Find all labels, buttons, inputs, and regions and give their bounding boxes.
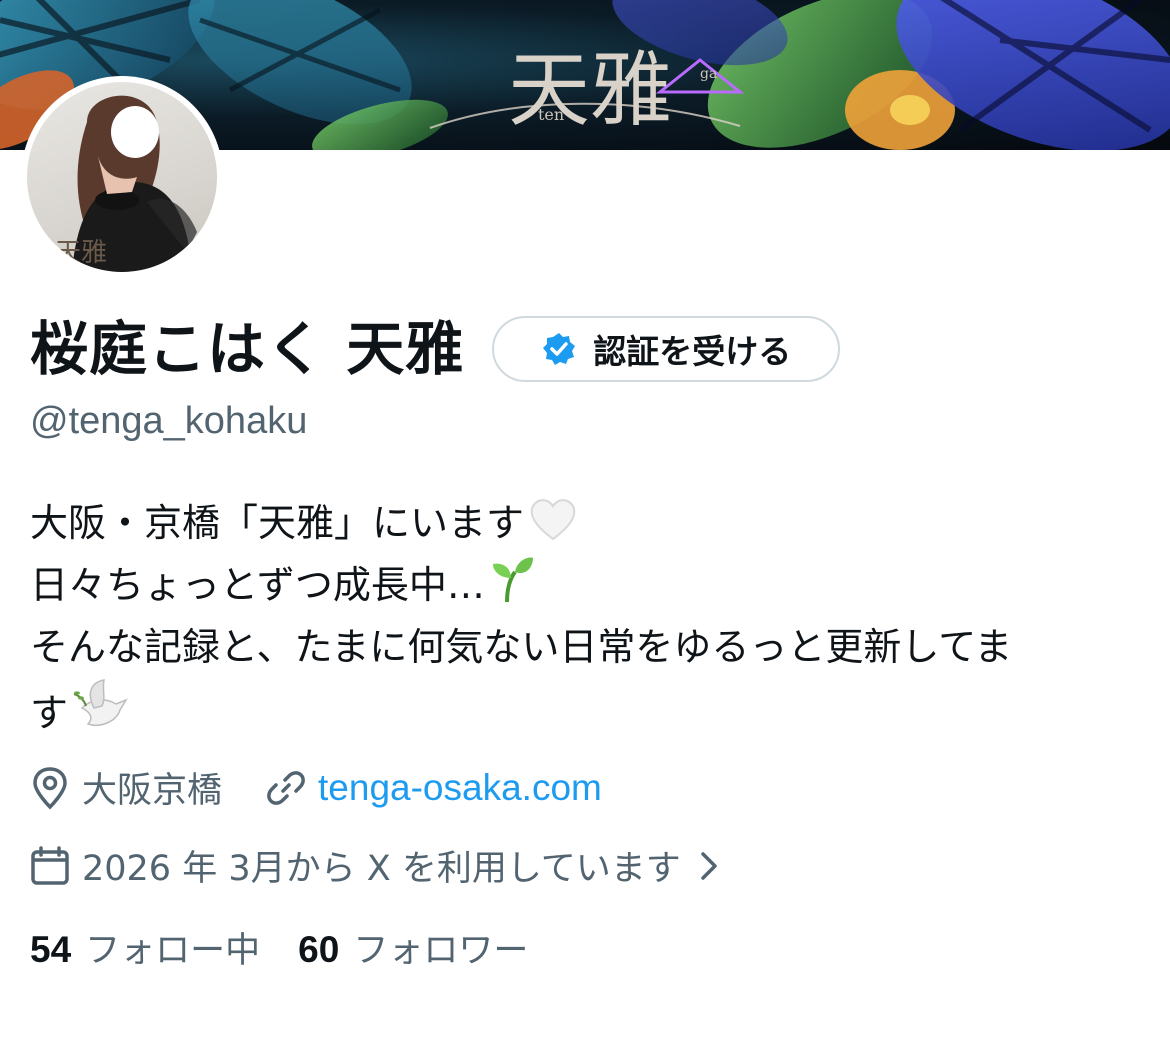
followers-link[interactable]: 60 フォロワー (298, 922, 528, 973)
following-link[interactable]: 54 フォロー中 (30, 922, 260, 973)
banner-logo-text: 天雅 (508, 43, 672, 138)
location-pin-icon (33, 766, 67, 809)
bio: 大阪・京橋「天雅」にいます 日々ちょっとずつ成長中… そんな記録と、たまに何気な… (30, 492, 1140, 744)
username-handle: @tenga_kohaku (30, 400, 308, 442)
get-verified-button[interactable]: 認証を受ける (492, 316, 841, 382)
avatar-photo: 天雅 (27, 82, 217, 272)
following-label: フォロー中 (85, 931, 261, 971)
chevron-right-icon (701, 851, 717, 880)
joined-text: 2026 年 3月から X を利用しています (82, 849, 681, 889)
display-name: 桜庭こはく 天雅 (30, 315, 465, 383)
bio-line-4: す (30, 678, 1140, 744)
calendar-icon (31, 845, 69, 885)
follow-stats: 54 フォロー中 60 フォロワー (30, 922, 566, 973)
bio-line-2: 日々ちょっとずつ成長中… (30, 554, 1140, 616)
bio-line-1: 大阪・京橋「天雅」にいます (30, 492, 1140, 554)
banner-logo-romaji: ten (538, 105, 564, 124)
name-row: 桜庭こはく 天雅 認証を受ける (30, 312, 841, 386)
verified-badge-icon (543, 333, 576, 365)
bio-line-3: そんな記録と、たまに何気ない日常をゆるっと更新してま (30, 625, 1013, 669)
avatar[interactable]: 天雅 (21, 76, 223, 278)
avatar-watermark: 天雅 (55, 238, 108, 268)
bio-line-1-text: 大阪・京橋「天雅」にいます (30, 501, 525, 545)
white-heart-icon (530, 499, 576, 541)
followers-label: フォロワー (353, 931, 529, 971)
joined-row[interactable]: 2026 年 3月から X を利用しています (30, 840, 731, 891)
dove-icon (73, 679, 128, 726)
location-text: 大阪京橋 (82, 771, 223, 811)
link-icon (267, 770, 305, 805)
followers-count: 60 (298, 929, 340, 970)
following-count: 54 (30, 929, 72, 970)
get-verified-label: 認証を受ける (593, 332, 792, 371)
profile-meta-row: 大阪京橋 tenga-osaka.com (30, 762, 602, 813)
banner-logo-romaji-2: ga (700, 66, 717, 82)
bio-line-2-text: 日々ちょっとずつ成長中… (30, 563, 485, 607)
bio-line-4-text: す (30, 691, 69, 735)
website-link[interactable]: tenga-osaka.com (318, 767, 602, 809)
seedling-icon (492, 557, 533, 603)
